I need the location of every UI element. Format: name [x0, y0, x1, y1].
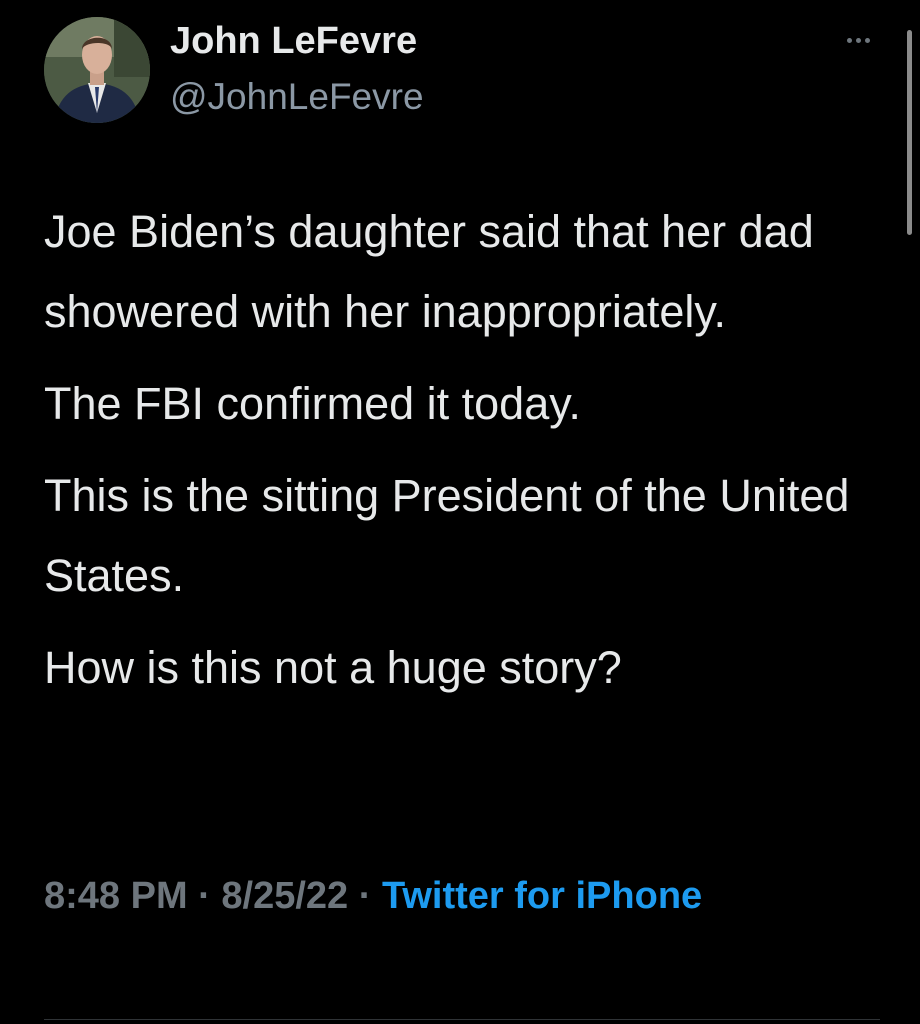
tweet-metadata: 8:48 PM · 8/25/22 · Twitter for iPhone [44, 866, 804, 926]
tweet-paragraph: This is the sitting President of the Uni… [44, 470, 850, 601]
meta-separator: · [187, 875, 222, 917]
ellipsis-icon [846, 37, 852, 43]
tweet-paragraph: How is this not a huge story? [44, 642, 622, 693]
profile-photo-icon [44, 17, 150, 123]
tweet-date[interactable]: 8/25/22 [221, 875, 348, 917]
tweet-detail: John LeFevre @JohnLeFevre Joe Biden’s da… [0, 0, 920, 1024]
scrollbar[interactable] [907, 30, 912, 235]
divider [44, 1019, 880, 1020]
ellipsis-icon [864, 37, 870, 43]
tweet-paragraph: The FBI confirmed it today. [44, 378, 581, 429]
meta-separator: · [348, 875, 382, 917]
tweet-source-link[interactable]: Twitter for iPhone [382, 875, 702, 917]
tweet-paragraph: Joe Biden’s daughter said that her dad s… [44, 206, 814, 337]
avatar[interactable] [44, 17, 150, 123]
author-display-name[interactable]: John LeFevre [170, 20, 417, 63]
author-handle[interactable]: @JohnLeFevre [170, 76, 424, 118]
tweet-time[interactable]: 8:48 PM [44, 875, 188, 917]
tweet-text: Joe Biden’s daughter said that her dad s… [44, 192, 884, 720]
ellipsis-icon [855, 37, 861, 43]
more-options-button[interactable] [836, 20, 880, 60]
